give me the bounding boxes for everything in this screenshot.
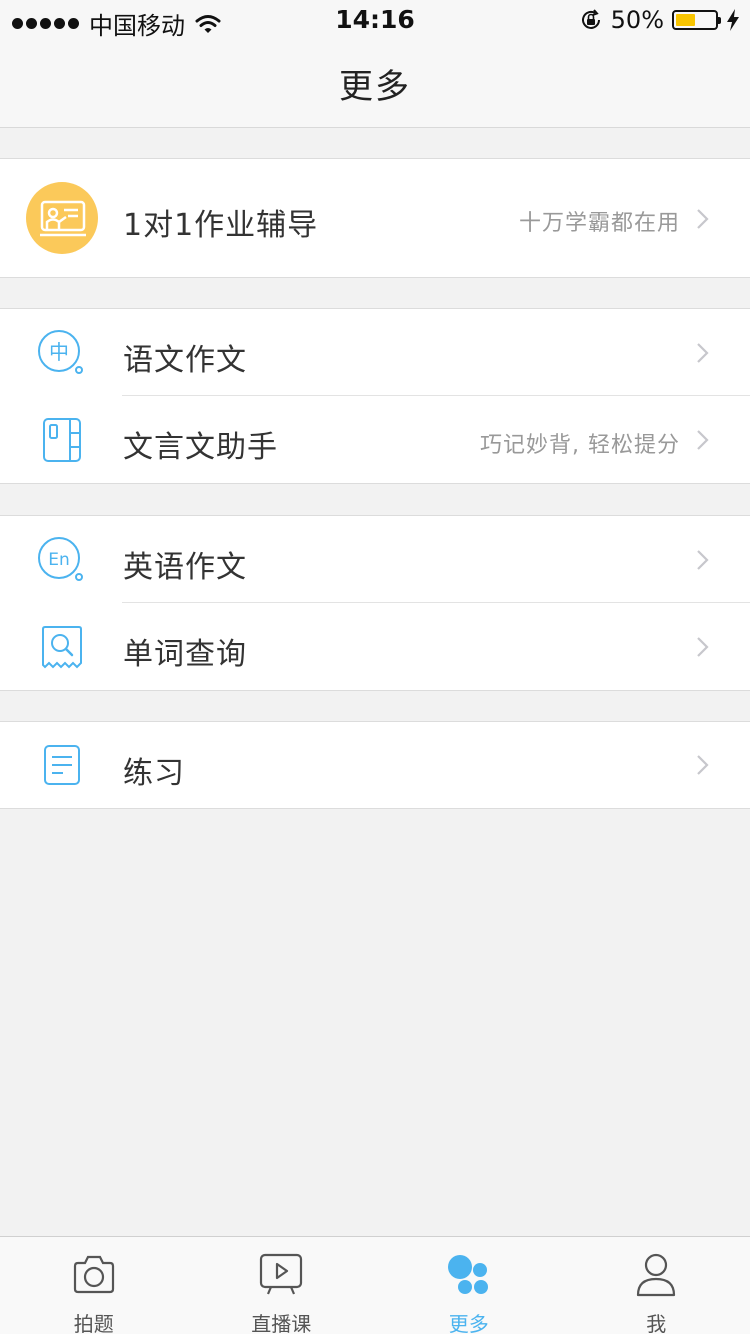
svg-text:En: En bbox=[48, 550, 70, 570]
chevron-right-icon bbox=[697, 550, 709, 570]
charging-bolt-icon bbox=[727, 9, 739, 31]
tab-label: 我 bbox=[646, 1312, 667, 1334]
tutoring-subtitle: 十万学霸都在用 bbox=[518, 211, 680, 236]
camera-icon bbox=[73, 1255, 114, 1294]
group-tutoring: 1对1作业辅导 十万学霸都在用 bbox=[0, 158, 750, 278]
practice-label: 练习 bbox=[123, 756, 185, 791]
status-bar: 中国移动 14:16 50% bbox=[0, 0, 750, 40]
word-search-icon bbox=[42, 626, 82, 669]
profile-icon bbox=[637, 1253, 676, 1297]
battery-icon bbox=[672, 10, 721, 30]
tab-live-class[interactable]: 直播课 bbox=[188, 1237, 376, 1334]
list-item-practice[interactable]: 练习 bbox=[0, 722, 750, 808]
english-essay-icon: En bbox=[38, 537, 83, 581]
practice-document-icon bbox=[44, 745, 80, 785]
tutor-board-icon bbox=[26, 182, 98, 254]
tab-more[interactable]: 更多 bbox=[375, 1237, 563, 1334]
navigation-bar: 更多 bbox=[0, 40, 750, 128]
tab-me[interactable]: 我 bbox=[563, 1237, 750, 1334]
chinese-essay-icon: 中 bbox=[38, 330, 83, 374]
battery-percent: 50% bbox=[610, 6, 664, 34]
tutoring-label: 1对1作业辅导 bbox=[123, 208, 319, 243]
classical-chinese-icon-wrap bbox=[26, 417, 98, 463]
tab-photo-question[interactable]: 拍题 bbox=[0, 1237, 188, 1334]
more-dots-icon bbox=[447, 1255, 488, 1294]
list-item-tutoring[interactable]: 1对1作业辅导 十万学霸都在用 bbox=[0, 159, 750, 277]
svg-text:中: 中 bbox=[49, 340, 69, 364]
chevron-right-icon bbox=[697, 209, 709, 229]
group-chinese: 中 语文作文 文言文助手 巧记妙背, 轻松提分 bbox=[0, 308, 750, 484]
page-title: 更多 bbox=[339, 67, 411, 107]
chinese-essay-icon-wrap: 中 bbox=[26, 329, 98, 377]
screen: 中国移动 14:16 50% 更多 1对1作业辅导 十万学霸都在用 中 语文作文… bbox=[0, 0, 750, 1334]
word-search-label: 单词查询 bbox=[123, 637, 247, 672]
classical-chinese-label: 文言文助手 bbox=[123, 430, 278, 465]
chevron-right-icon bbox=[697, 343, 709, 363]
tab-label: 拍题 bbox=[73, 1312, 114, 1334]
list-item-chinese-essay[interactable]: 中 语文作文 bbox=[0, 309, 750, 396]
battery-fill bbox=[676, 14, 695, 26]
english-essay-icon-wrap: En bbox=[26, 536, 98, 584]
chevron-right-icon bbox=[697, 430, 709, 450]
tutor-icon-wrap bbox=[26, 182, 98, 254]
chevron-right-icon bbox=[697, 637, 709, 657]
chevron-right-icon bbox=[697, 755, 709, 775]
tab-label: 直播课 bbox=[251, 1312, 312, 1334]
group-english: En 英语作文 单词查询 bbox=[0, 515, 750, 691]
practice-icon-wrap bbox=[26, 743, 98, 787]
group-practice: 练习 bbox=[0, 721, 750, 809]
status-right: 50% bbox=[579, 6, 740, 34]
chinese-essay-label: 语文作文 bbox=[123, 343, 247, 378]
tab-bar: 拍题 直播课 更多 我 bbox=[0, 1236, 750, 1334]
rotation-lock-icon bbox=[581, 9, 600, 29]
live-class-icon bbox=[260, 1253, 303, 1295]
list-item-word-search[interactable]: 单词查询 bbox=[0, 603, 750, 691]
list-item-classical-chinese[interactable]: 文言文助手 巧记妙背, 轻松提分 bbox=[0, 396, 750, 484]
list-item-english-essay[interactable]: En 英语作文 bbox=[0, 516, 750, 603]
classical-chinese-book-icon bbox=[43, 418, 81, 462]
tab-label: 更多 bbox=[448, 1312, 489, 1334]
word-search-icon-wrap bbox=[26, 625, 98, 671]
classical-chinese-subtitle: 巧记妙背, 轻松提分 bbox=[480, 433, 680, 458]
english-essay-label: 英语作文 bbox=[123, 550, 247, 585]
